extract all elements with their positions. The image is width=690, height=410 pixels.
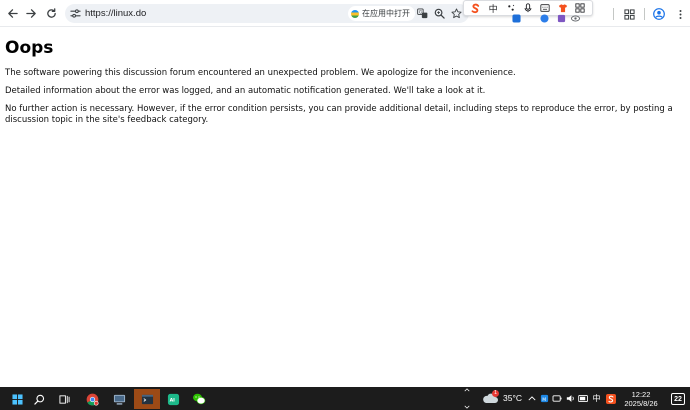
system-clock[interactable]: 12:22 2025/8/26 (618, 390, 664, 408)
taskbar-app-wechat[interactable] (189, 389, 209, 409)
search-button[interactable] (29, 389, 49, 409)
address-bar[interactable]: https://linux.do 在应用中打开 G (65, 4, 469, 23)
clock-time: 12:22 (631, 390, 651, 399)
toolbar-separator (644, 8, 645, 20)
tray-overflow-button[interactable] (526, 393, 537, 404)
task-view-button[interactable] (54, 389, 74, 409)
weather-alert-badge: 1 (492, 390, 499, 397)
chevron-down-icon (463, 405, 470, 409)
computer-icon (113, 394, 125, 405)
error-paragraph-1: The software powering this discussion fo… (5, 68, 516, 78)
bookmark-star-icon[interactable] (451, 8, 462, 19)
battery-icon[interactable] (578, 393, 589, 404)
windows-taskbar: AI 1 35°C M 中 12:22 2025/8/26 22 (0, 387, 690, 410)
volume-icon[interactable] (565, 393, 576, 404)
svg-text:AI: AI (169, 397, 175, 403)
kebab-menu-icon (678, 9, 682, 19)
microphone-icon[interactable] (522, 3, 533, 14)
task-view-icon (58, 394, 70, 404)
notification-center-button[interactable]: 22 (671, 393, 685, 405)
taskbar-app-file-explorer[interactable] (109, 389, 129, 409)
taskbar-app-green[interactable]: AI (163, 389, 183, 409)
toolbox-grid-icon[interactable] (575, 3, 586, 14)
zoom-icon[interactable] (434, 8, 445, 19)
page-content: Oops The software powering this discussi… (0, 28, 690, 386)
reload-icon (47, 8, 56, 18)
weather-widget[interactable]: 1 35°C (482, 390, 522, 405)
open-in-app-button[interactable]: 在应用中打开 (348, 6, 415, 21)
extension-cloud-icon[interactable] (540, 14, 549, 23)
translate-icon[interactable]: G (417, 8, 428, 19)
open-in-app-label: 在应用中打开 (362, 9, 410, 18)
taskbar-overflow-arrows[interactable] (462, 387, 471, 410)
sogou-tray-icon[interactable] (605, 393, 616, 404)
weather-temperature: 35°C (503, 393, 522, 403)
wechat-icon (193, 393, 206, 405)
weather-cloud-icon: 1 (482, 390, 500, 405)
start-button[interactable] (7, 389, 27, 409)
chrome-icon (86, 393, 99, 406)
keyboard-icon[interactable] (540, 3, 551, 14)
tab-grid-icon (623, 8, 635, 20)
chevron-up-icon (527, 396, 536, 401)
taskbar-app-active-window[interactable] (134, 389, 160, 409)
network-icon[interactable] (552, 393, 563, 404)
tray-app-icon[interactable]: M (539, 393, 550, 404)
error-paragraph-2: Detailed information about the error was… (5, 86, 486, 96)
search-icon (33, 394, 44, 405)
skin-shirt-icon[interactable] (557, 3, 568, 14)
ime-mode-label[interactable]: 中 (488, 3, 499, 14)
chevron-up-icon (463, 388, 470, 392)
app-tile-icon: AI (167, 393, 179, 405)
extension-eye-icon[interactable] (571, 14, 580, 23)
error-paragraph-3: No further action is necessary. However,… (5, 104, 673, 125)
extension-purple-icon[interactable] (557, 14, 566, 23)
arrow-right-icon (26, 9, 36, 18)
extension-blue-icon[interactable] (512, 14, 521, 23)
taskbar-app-chrome[interactable] (82, 389, 102, 409)
profile-button[interactable] (653, 8, 665, 20)
svg-text:G: G (419, 9, 422, 14)
back-button[interactable] (3, 4, 22, 23)
browser-toolbar: https://linux.do 在应用中打开 G 中 (0, 0, 690, 27)
profile-avatar-icon (653, 8, 665, 20)
clock-date: 2025/8/26 (624, 399, 658, 408)
reload-button[interactable] (42, 4, 61, 23)
ime-language-indicator[interactable]: 中 (591, 393, 602, 404)
punctuation-icon[interactable] (505, 3, 516, 14)
sogou-logo-icon[interactable] (470, 3, 481, 14)
terminal-app-icon (141, 394, 153, 404)
browser-menu-button[interactable] (674, 8, 686, 20)
arrow-left-icon (8, 9, 18, 18)
svg-text:M: M (542, 397, 546, 403)
windows-logo-icon (11, 393, 23, 405)
toolbar-separator (613, 8, 614, 20)
error-heading: Oops (5, 38, 54, 58)
url-text[interactable]: https://linux.do (85, 7, 146, 20)
forward-button[interactable] (22, 4, 41, 23)
site-settings-icon[interactable] (70, 8, 81, 19)
app-icon (351, 9, 359, 18)
tab-grid-button[interactable] (623, 8, 635, 20)
